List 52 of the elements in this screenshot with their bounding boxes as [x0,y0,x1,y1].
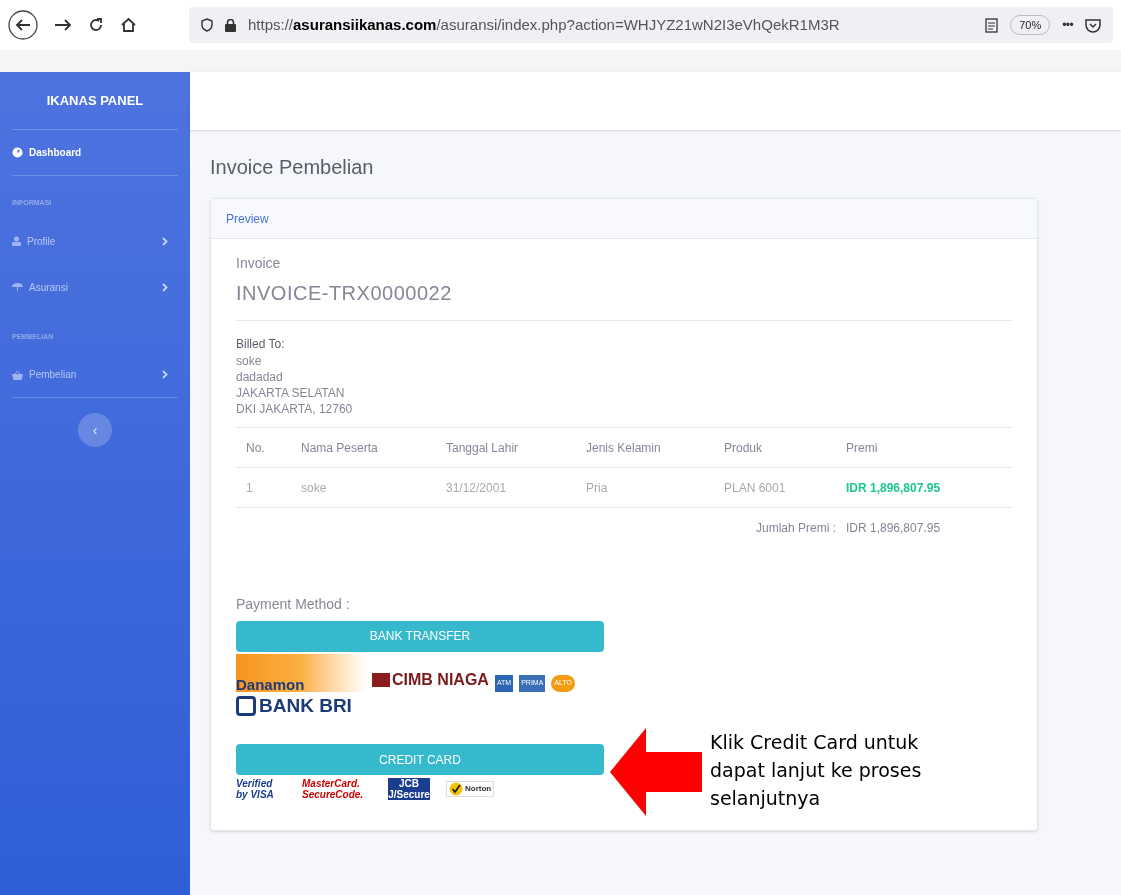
billing-address-line: dadadad [236,369,284,385]
pocket-icon[interactable] [1085,17,1101,33]
chevron-right-icon [162,370,168,379]
bank-transfer-button[interactable]: BANK TRANSFER [236,620,604,652]
column-header: No. [236,427,301,468]
sidebar-item[interactable]: Dashboard [12,130,178,176]
billing-address-line: JAKARTA SELATAN [236,385,346,401]
table-cell: IDR 1,896,807.95 [846,467,1012,508]
table-cell: Pria [586,467,724,508]
annotation-text: Klik Credit Card untuk dapat lanjut ke proses selanjutnya [710,730,923,811]
card-header-title: Preview [226,210,269,228]
chevron-right-icon [162,236,168,246]
column-header: Premi [846,427,1012,468]
umbrella-icon [12,282,23,292]
payment-method-label: Payment Method : [236,594,351,614]
column-header: Produk [724,427,846,468]
arrow-left-icon [610,728,702,816]
basket-icon [12,369,23,380]
sidebar-toggle-button[interactable]: ‹ [78,413,112,447]
column-header: Tanggal Lahir [446,427,586,468]
column-header: Nama Peserta [301,427,446,468]
billing-address-line: DKI JAKARTA, 12760 [236,401,354,417]
table-cell: 31/12/2001 [446,467,586,508]
reload-icon[interactable] [88,17,104,33]
page-title: Invoice Pembelian [210,155,375,180]
table-cell: PLAN 6001 [724,467,846,508]
chevron-right-icon [162,282,168,292]
reader-view-icon[interactable] [985,17,999,33]
url-text: https://asuransiikanas.com/asuransi/index.php?action=WHJYZ21wN2I3eVhQekR1M3R [248,14,841,35]
sidebar-item[interactable]: Profile [12,218,178,264]
billed-to-label: Billed To: [236,336,286,353]
total-value: IDR 1,896,807.95 [846,520,941,535]
back-icon[interactable] [8,10,38,40]
credit-card-button[interactable]: CREDIT CARD [236,744,604,775]
sidebar-item[interactable]: Pembelian [12,352,178,398]
more-menu[interactable]: ••• [1062,16,1073,34]
lock-icon [225,18,236,32]
user-icon [12,236,21,246]
address-bar[interactable]: https://asuransiikanas.com/asuransi/index.php?action=WHJYZ21wN2I3eVhQekR1M3R 70% ••• [189,7,1113,43]
column-header: Jenis Kelamin [586,427,724,468]
invoice-number: INVOICE-TRX0000022 [236,281,453,306]
billing-address-line: soke [236,353,263,369]
invoice-label: Invoice [236,254,282,273]
home-icon[interactable] [120,17,137,33]
forward-icon[interactable] [54,17,72,33]
total-label: Jumlah Premi : [755,520,836,535]
gauge-icon [12,147,23,158]
brand-title[interactable]: IKANAS PANEL [46,90,144,111]
sidebar-item[interactable]: Asuransi [12,264,178,310]
table-cell: soke [301,467,446,508]
table-cell: 1 [236,467,301,508]
shield-icon [201,18,213,32]
